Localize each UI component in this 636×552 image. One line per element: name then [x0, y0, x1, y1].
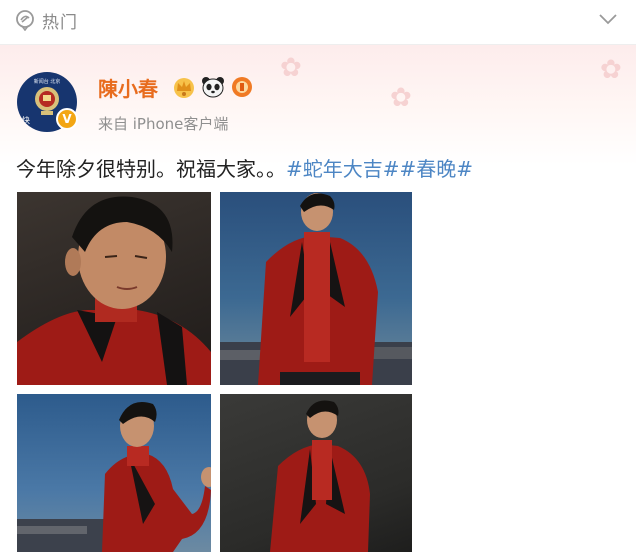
photo-red-suit-pose[interactable] — [17, 394, 211, 552]
photo-red-suit-dark[interactable] — [220, 394, 412, 552]
verified-icon: V — [56, 108, 78, 130]
post-body: 今年除夕很特别。祝福大家。。 — [16, 157, 286, 181]
location-pin-icon — [16, 10, 34, 31]
post-source: 来自 iPhone客户端 — [98, 115, 229, 133]
photo-red-suit-standing[interactable] — [220, 192, 412, 385]
hashtag-link[interactable]: #春晚# — [400, 157, 474, 181]
chevron-down-icon[interactable] — [598, 12, 618, 26]
flower-decoration-icon: ✿ — [600, 55, 622, 85]
post-text: 今年除夕很特别。祝福大家。。#蛇年大吉##春晚# — [16, 153, 473, 182]
panda-badge-icon[interactable] — [201, 75, 225, 99]
avatar-tag: 快 — [22, 116, 30, 125]
flower-decoration-icon: ✿ — [390, 83, 412, 113]
crown-badge-icon[interactable] — [172, 75, 196, 99]
section-header: 热门 — [0, 0, 636, 45]
photo-portrait-closeup[interactable] — [17, 192, 211, 385]
orange-badge-icon[interactable] — [230, 75, 254, 99]
username[interactable]: 陳小春 — [98, 73, 158, 102]
weibo-post-card: ✿ ✿ ✿ 新闻台 北京 快 V 陳小春 来自 iPhone客户端 今年除夕很特… — [0, 45, 636, 552]
hashtag-link[interactable]: #蛇年大吉# — [286, 157, 400, 181]
section-title: 热门 — [42, 13, 78, 33]
flower-decoration-icon: ✿ — [280, 53, 302, 83]
